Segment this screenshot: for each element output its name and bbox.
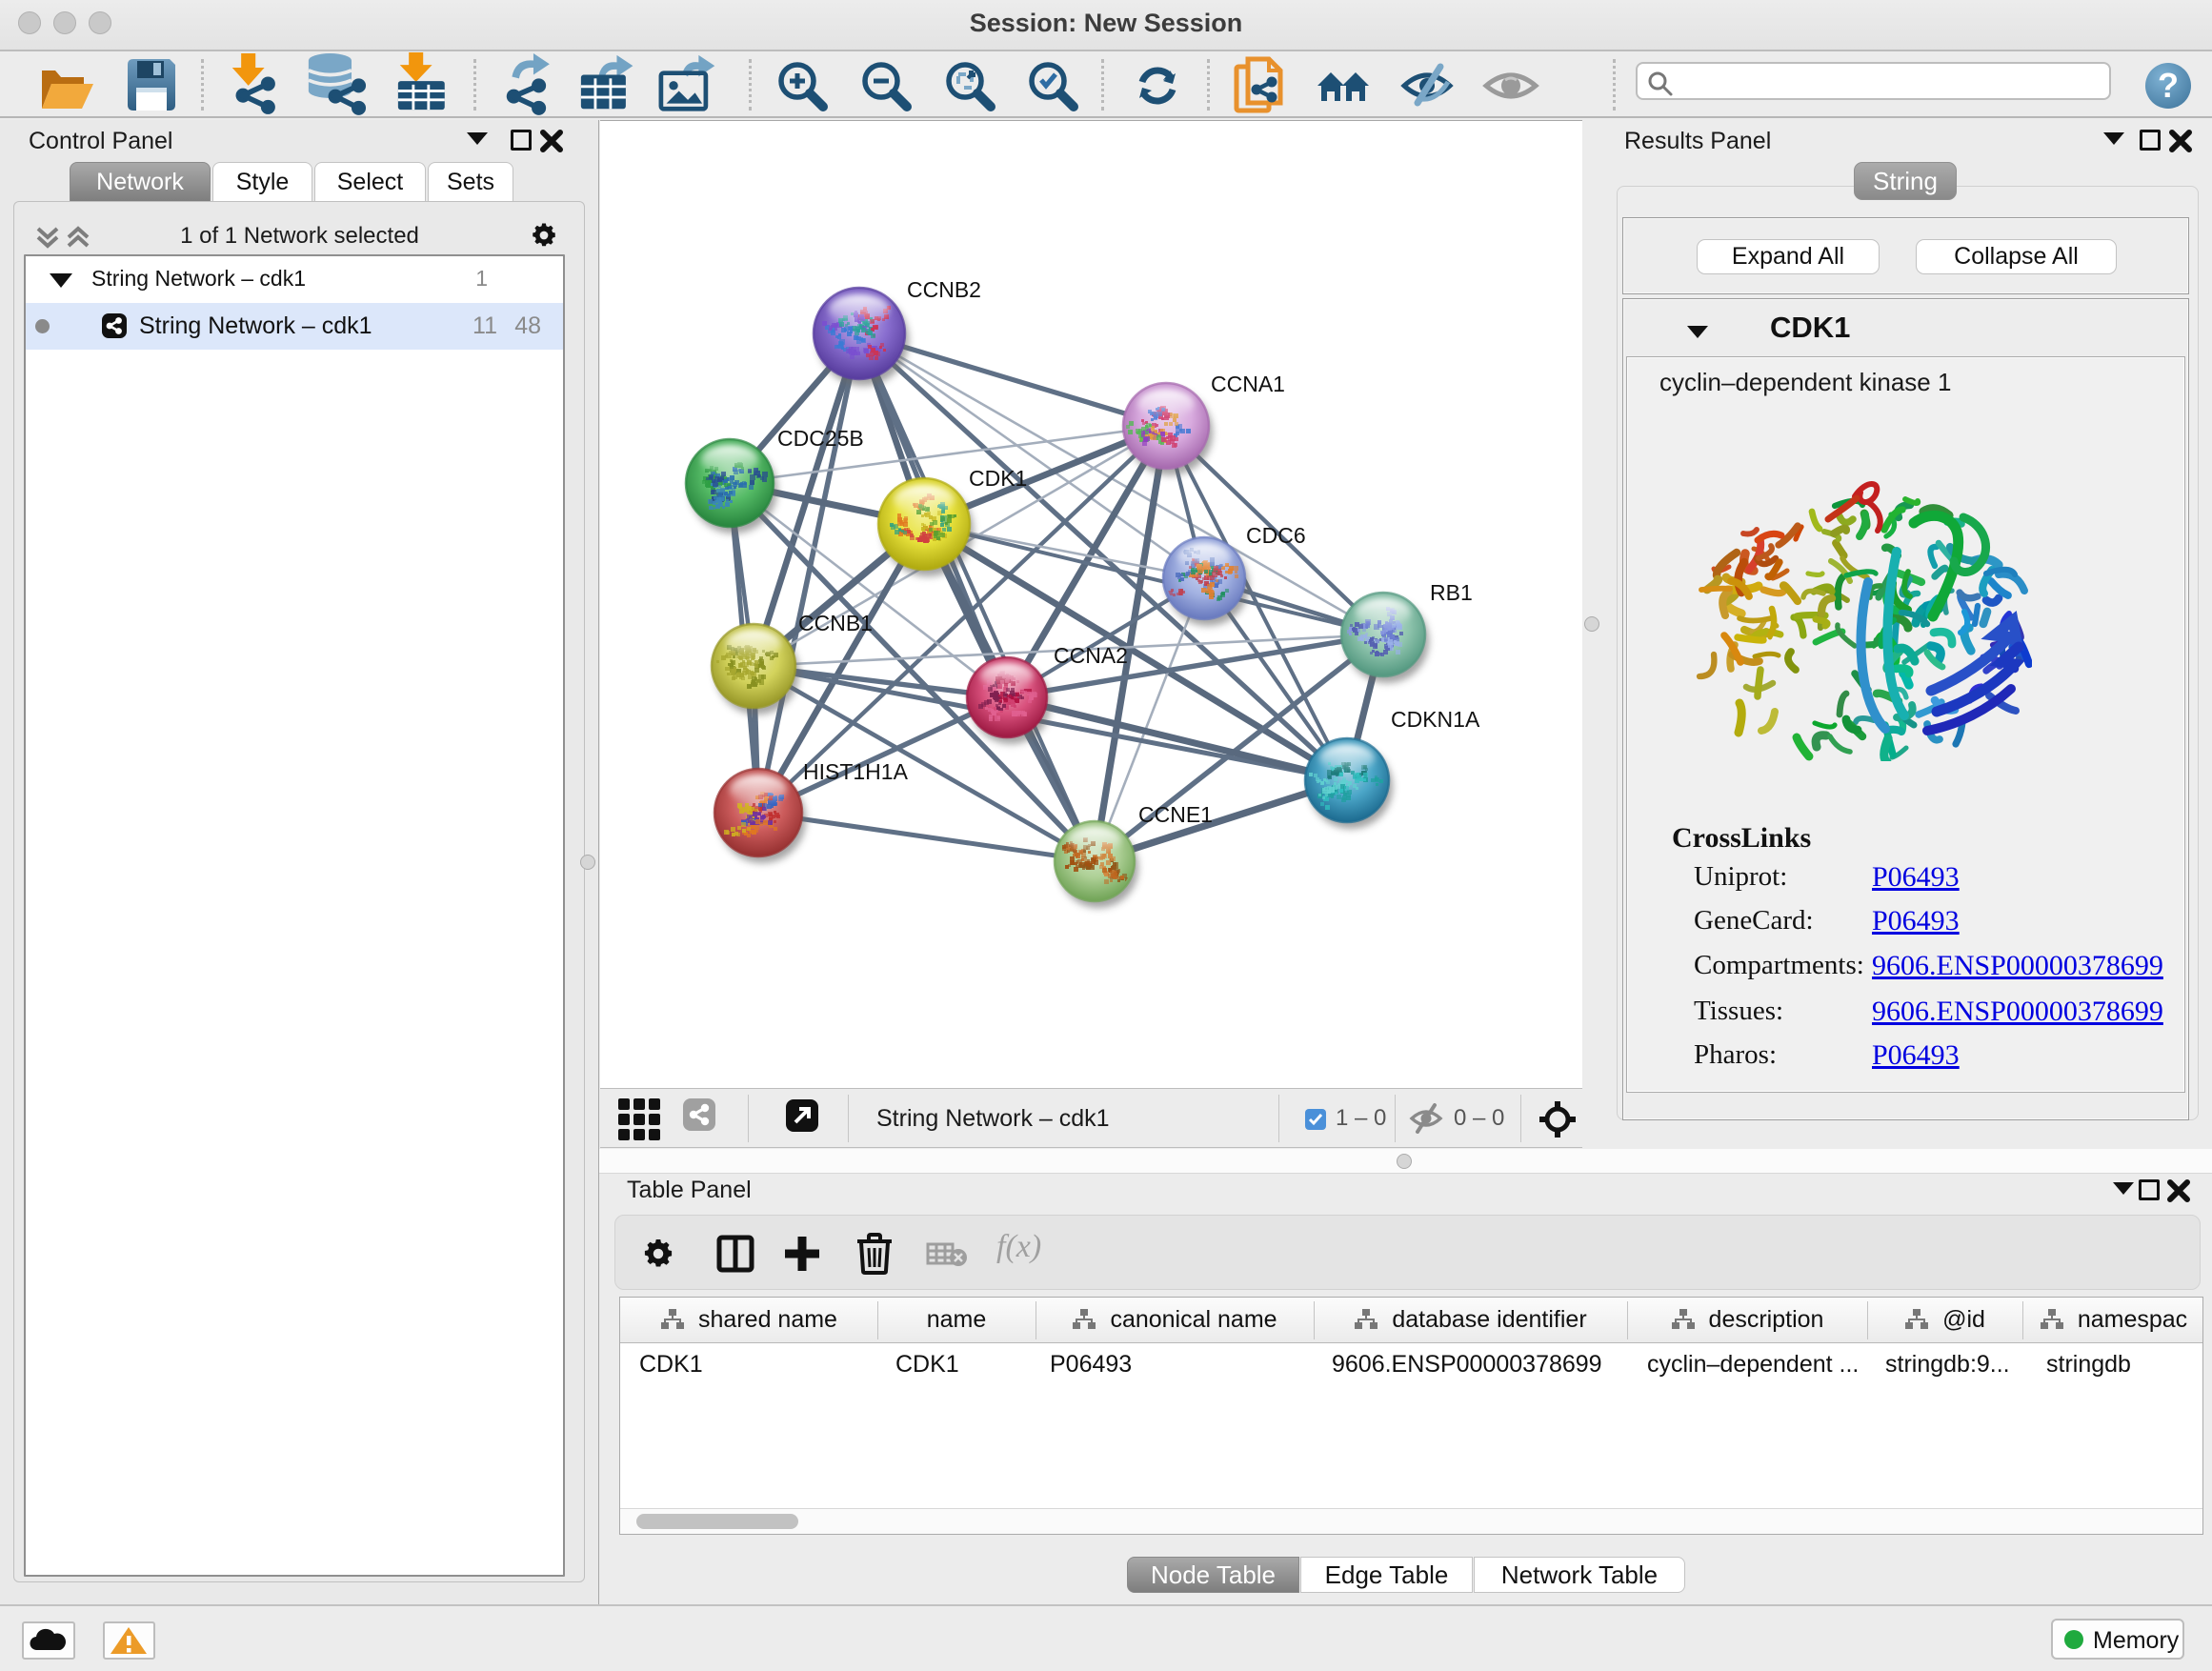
svg-text:CCNE1: CCNE1 bbox=[1138, 802, 1213, 827]
svg-text:CCNA1: CCNA1 bbox=[1211, 372, 1285, 396]
svg-text:CDK1: CDK1 bbox=[969, 466, 1027, 491]
svg-text:CCNA2: CCNA2 bbox=[1054, 643, 1128, 668]
svg-text:CDC6: CDC6 bbox=[1246, 523, 1306, 548]
svg-text:CCNB2: CCNB2 bbox=[907, 277, 981, 302]
svg-text:CDKN1A: CDKN1A bbox=[1391, 707, 1480, 732]
svg-text:CCNB1: CCNB1 bbox=[798, 611, 873, 635]
svg-text:HIST1H1A: HIST1H1A bbox=[803, 759, 909, 784]
svg-text:CDC25B: CDC25B bbox=[777, 426, 864, 451]
svg-text:RB1: RB1 bbox=[1430, 580, 1473, 605]
